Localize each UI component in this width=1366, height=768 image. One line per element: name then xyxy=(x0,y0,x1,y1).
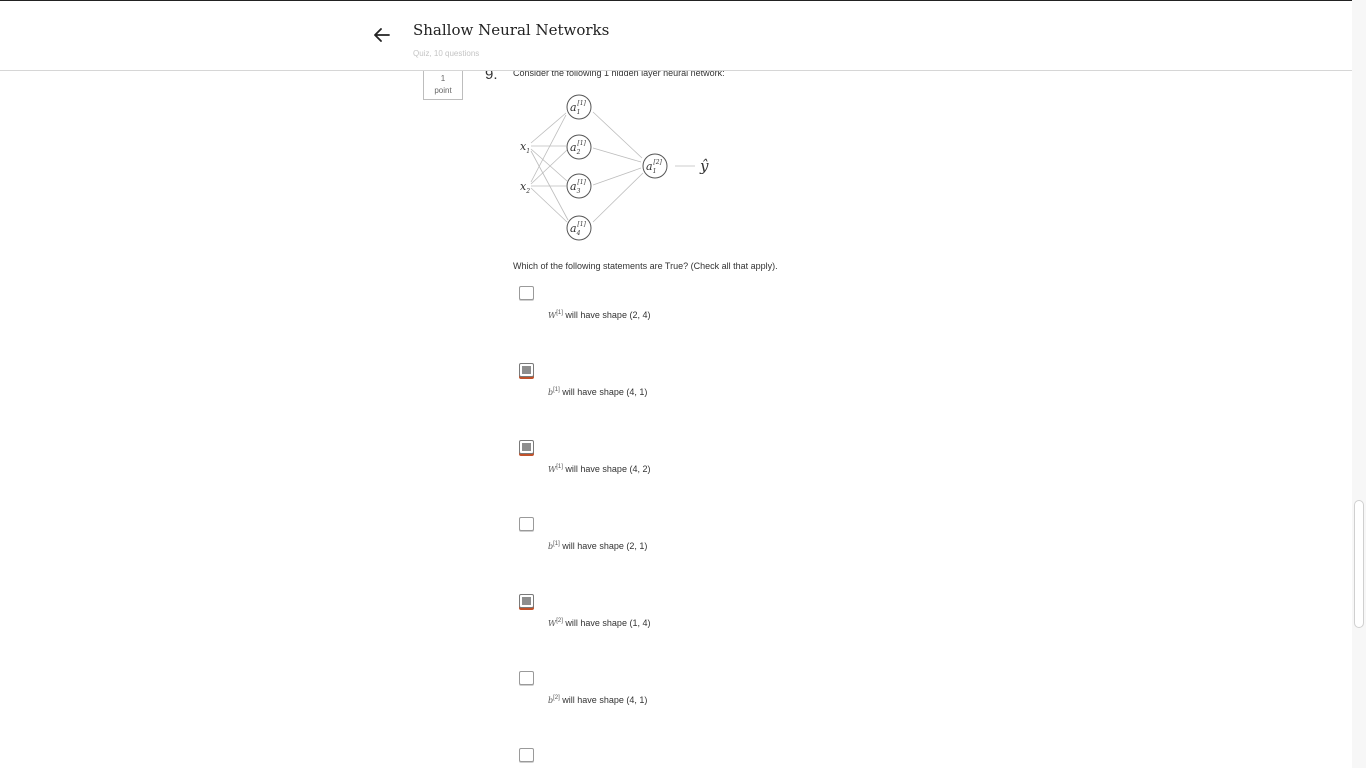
option-checkbox[interactable] xyxy=(519,671,534,685)
option-checkbox[interactable] xyxy=(519,748,534,762)
option-checkbox[interactable] xyxy=(519,594,534,608)
scrollbar[interactable] xyxy=(1352,0,1366,768)
points-value: 1 xyxy=(440,74,446,83)
quiz-header: Shallow Neural Networks Quiz, 10 questio… xyxy=(0,1,1352,71)
neural-network-diagram: x1 x2 a1[1] a2[1] a3[1] a4[1] a1[2] ŷ xyxy=(520,94,709,241)
quiz-subtitle: Quiz, 10 questions xyxy=(413,49,480,58)
option-label: b[1] will have shape (4, 1) xyxy=(548,387,648,397)
quiz-content: 1 point 9. Consider the following 1 hidd… xyxy=(0,0,1352,768)
network-edges xyxy=(530,111,695,223)
option-label: b[1] will have shape (2, 1) xyxy=(548,541,648,551)
option-label: W[1] will have shape (2, 4) xyxy=(548,310,651,320)
option-checkbox[interactable] xyxy=(519,363,534,377)
arrow-left-icon[interactable] xyxy=(372,25,392,45)
question-prompt: Which of the following statements are Tr… xyxy=(513,261,778,271)
page-title: Shallow Neural Networks xyxy=(413,21,610,39)
scrollbar-thumb[interactable] xyxy=(1354,500,1364,628)
y-hat: ŷ xyxy=(699,157,709,175)
option-label: W[1] will have shape (4, 2) xyxy=(548,464,651,474)
option-checkbox[interactable] xyxy=(519,440,534,454)
input-x2: x2 xyxy=(520,180,530,195)
option-checkbox[interactable] xyxy=(519,286,534,300)
option-label: b[2] will have shape (4, 1) xyxy=(548,695,648,705)
input-x1: x1 xyxy=(520,140,530,155)
option-checkbox[interactable] xyxy=(519,517,534,531)
option-label: W[2] will have shape (1, 4) xyxy=(548,618,651,628)
points-label: point xyxy=(434,86,452,95)
